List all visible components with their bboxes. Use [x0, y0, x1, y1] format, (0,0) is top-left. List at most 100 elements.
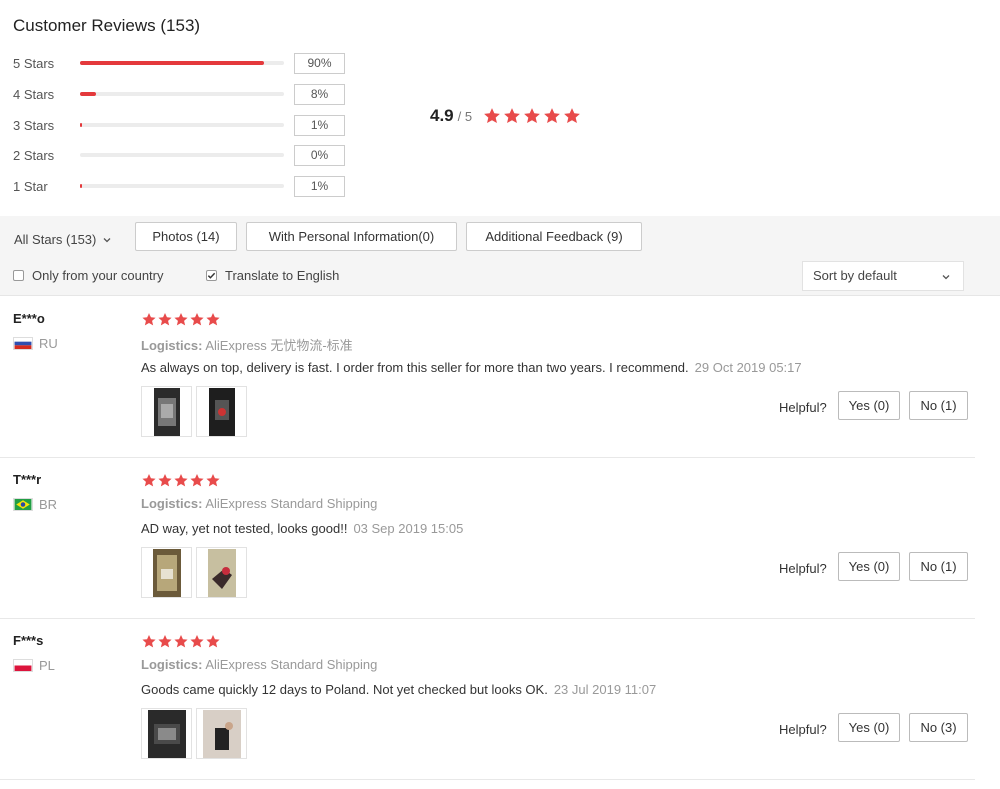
- only-country-option[interactable]: Only from your country: [13, 268, 164, 283]
- helpful-yes-button[interactable]: Yes (0): [838, 713, 900, 742]
- translate-label: Translate to English: [225, 268, 340, 283]
- logistics-value: AliExpress 无忧物流-标准: [205, 338, 353, 353]
- rating-row-1[interactable]: 1 Star 1%: [13, 176, 353, 198]
- only-country-label: Only from your country: [32, 268, 164, 283]
- star-filter-label: All Stars (153): [14, 232, 97, 247]
- page-title: Customer Reviews (153): [13, 16, 201, 35]
- reviewer-country: PL: [13, 658, 55, 673]
- review-photo[interactable]: [141, 547, 192, 598]
- logistics-info: Logistics: AliExpress 无忧物流-标准: [141, 335, 353, 354]
- helpful-yes-button[interactable]: Yes (0): [838, 391, 900, 420]
- rating-row-4[interactable]: 4 Stars 8%: [13, 84, 353, 106]
- review-photo[interactable]: [196, 547, 247, 598]
- rating-row-2[interactable]: 2 Stars 0%: [13, 145, 353, 167]
- helpful-label: Helpful?: [779, 400, 827, 415]
- star-icon: [522, 107, 542, 125]
- star-filter-dropdown[interactable]: All Stars (153): [14, 232, 112, 247]
- rating-percent: 1%: [294, 115, 345, 136]
- helpful-label: Helpful?: [779, 722, 827, 737]
- star-icon: [205, 473, 221, 488]
- star-icon: [189, 634, 205, 649]
- rating-bar-fill: [80, 61, 264, 65]
- phone-photo-icon: [208, 387, 235, 436]
- review-text: Goods came quickly 12 days to Poland. No…: [141, 682, 548, 697]
- star-icon: [141, 634, 157, 649]
- helpful-yes-button[interactable]: Yes (0): [838, 552, 900, 581]
- rating-percent: 90%: [294, 53, 345, 74]
- flag-pl-icon: [13, 659, 33, 672]
- rating-row-3[interactable]: 3 Stars 1%: [13, 115, 353, 137]
- flag-ru-icon: [13, 337, 33, 350]
- star-icon: [502, 107, 522, 125]
- summary-stars: [482, 107, 582, 125]
- translate-option[interactable]: Translate to English: [206, 268, 339, 283]
- helpful-label: Helpful?: [779, 561, 827, 576]
- only-country-checkbox[interactable]: [13, 270, 24, 281]
- rating-label: 3 Stars: [13, 118, 55, 133]
- translate-checkbox[interactable]: [206, 270, 217, 281]
- photos-filter-button[interactable]: Photos (14): [135, 222, 237, 251]
- sort-dropdown[interactable]: Sort by default: [802, 261, 964, 291]
- rating-bar: [80, 92, 284, 96]
- rating-label: 1 Star: [13, 179, 48, 194]
- review-photo[interactable]: [196, 708, 247, 759]
- rating-summary: 4.9 / 5: [430, 106, 582, 126]
- review-stars: [141, 312, 221, 327]
- review-text-row: AD way, yet not tested, looks good!! 03 S…: [141, 521, 463, 536]
- rating-bar: [80, 61, 284, 65]
- helpful-no-button[interactable]: No (1): [909, 552, 968, 581]
- country-code: BR: [39, 497, 58, 512]
- checkmark-icon: [207, 272, 216, 279]
- rating-label: 2 Stars: [13, 148, 55, 163]
- star-icon: [205, 312, 221, 327]
- review-date: 23 Jul 2019 11:07: [553, 682, 657, 697]
- star-icon: [157, 473, 173, 488]
- reviewer-name: T***r: [13, 472, 42, 487]
- rating-percent: 1%: [294, 176, 345, 197]
- review-stars: [141, 634, 221, 649]
- star-icon: [157, 312, 173, 327]
- star-icon: [157, 634, 173, 649]
- rating-label: 4 Stars: [13, 87, 55, 102]
- review-item: T***r BR Logistics: AliExpress Standard …: [0, 458, 975, 619]
- helpful-no-button[interactable]: No (1): [909, 391, 968, 420]
- phone-photo-icon: [153, 387, 180, 436]
- helpful-no-button[interactable]: No (3): [909, 713, 968, 742]
- logistics-info: Logistics: AliExpress Standard Shipping: [141, 657, 377, 672]
- rating-bar-fill: [80, 123, 82, 127]
- package-photo-icon: [207, 548, 236, 597]
- device-photo-icon: [147, 709, 186, 758]
- star-icon: [141, 473, 157, 488]
- review-photo[interactable]: [141, 386, 192, 437]
- chevron-down-icon: [941, 272, 951, 282]
- review-item: E***o RU Logistics: AliExpress 无忧物流-标准 A…: [0, 297, 975, 458]
- review-date: 29 Oct 2019 05:17: [694, 360, 802, 375]
- review-photo[interactable]: [196, 386, 247, 437]
- review-text: As always on top, delivery is fast. I or…: [141, 360, 689, 375]
- review-stars: [141, 473, 221, 488]
- rating-bar: [80, 123, 284, 127]
- filter-panel: All Stars (153) Photos (14) With Persona…: [0, 216, 1000, 296]
- star-icon: [542, 107, 562, 125]
- review-text-row: As always on top, delivery is fast. I or…: [141, 360, 802, 375]
- review-photo[interactable]: [141, 708, 192, 759]
- logistics-label: Logistics:: [141, 338, 203, 353]
- star-icon: [173, 634, 189, 649]
- average-rating: 4.9: [430, 106, 454, 125]
- rating-percent: 8%: [294, 84, 345, 105]
- logistics-value: AliExpress Standard Shipping: [205, 496, 378, 511]
- rating-bar-fill: [80, 184, 82, 188]
- chevron-down-icon: [102, 235, 112, 245]
- star-icon: [205, 634, 221, 649]
- additional-feedback-filter-button[interactable]: Additional Feedback (9): [466, 222, 642, 251]
- country-code: RU: [39, 336, 58, 351]
- review-date: 03 Sep 2019 15:05: [353, 521, 464, 536]
- review-text: AD way, yet not tested, looks good!!: [141, 521, 348, 536]
- rating-bar-fill: [80, 92, 96, 96]
- star-icon: [189, 312, 205, 327]
- personal-info-filter-button[interactable]: With Personal Information(0): [246, 222, 457, 251]
- review-item: F***s PL Logistics: AliExpress Standard …: [0, 619, 975, 780]
- rating-row-5[interactable]: 5 Stars 90%: [13, 53, 353, 75]
- rating-percent: 0%: [294, 145, 345, 166]
- reviewer-country: BR: [13, 497, 57, 512]
